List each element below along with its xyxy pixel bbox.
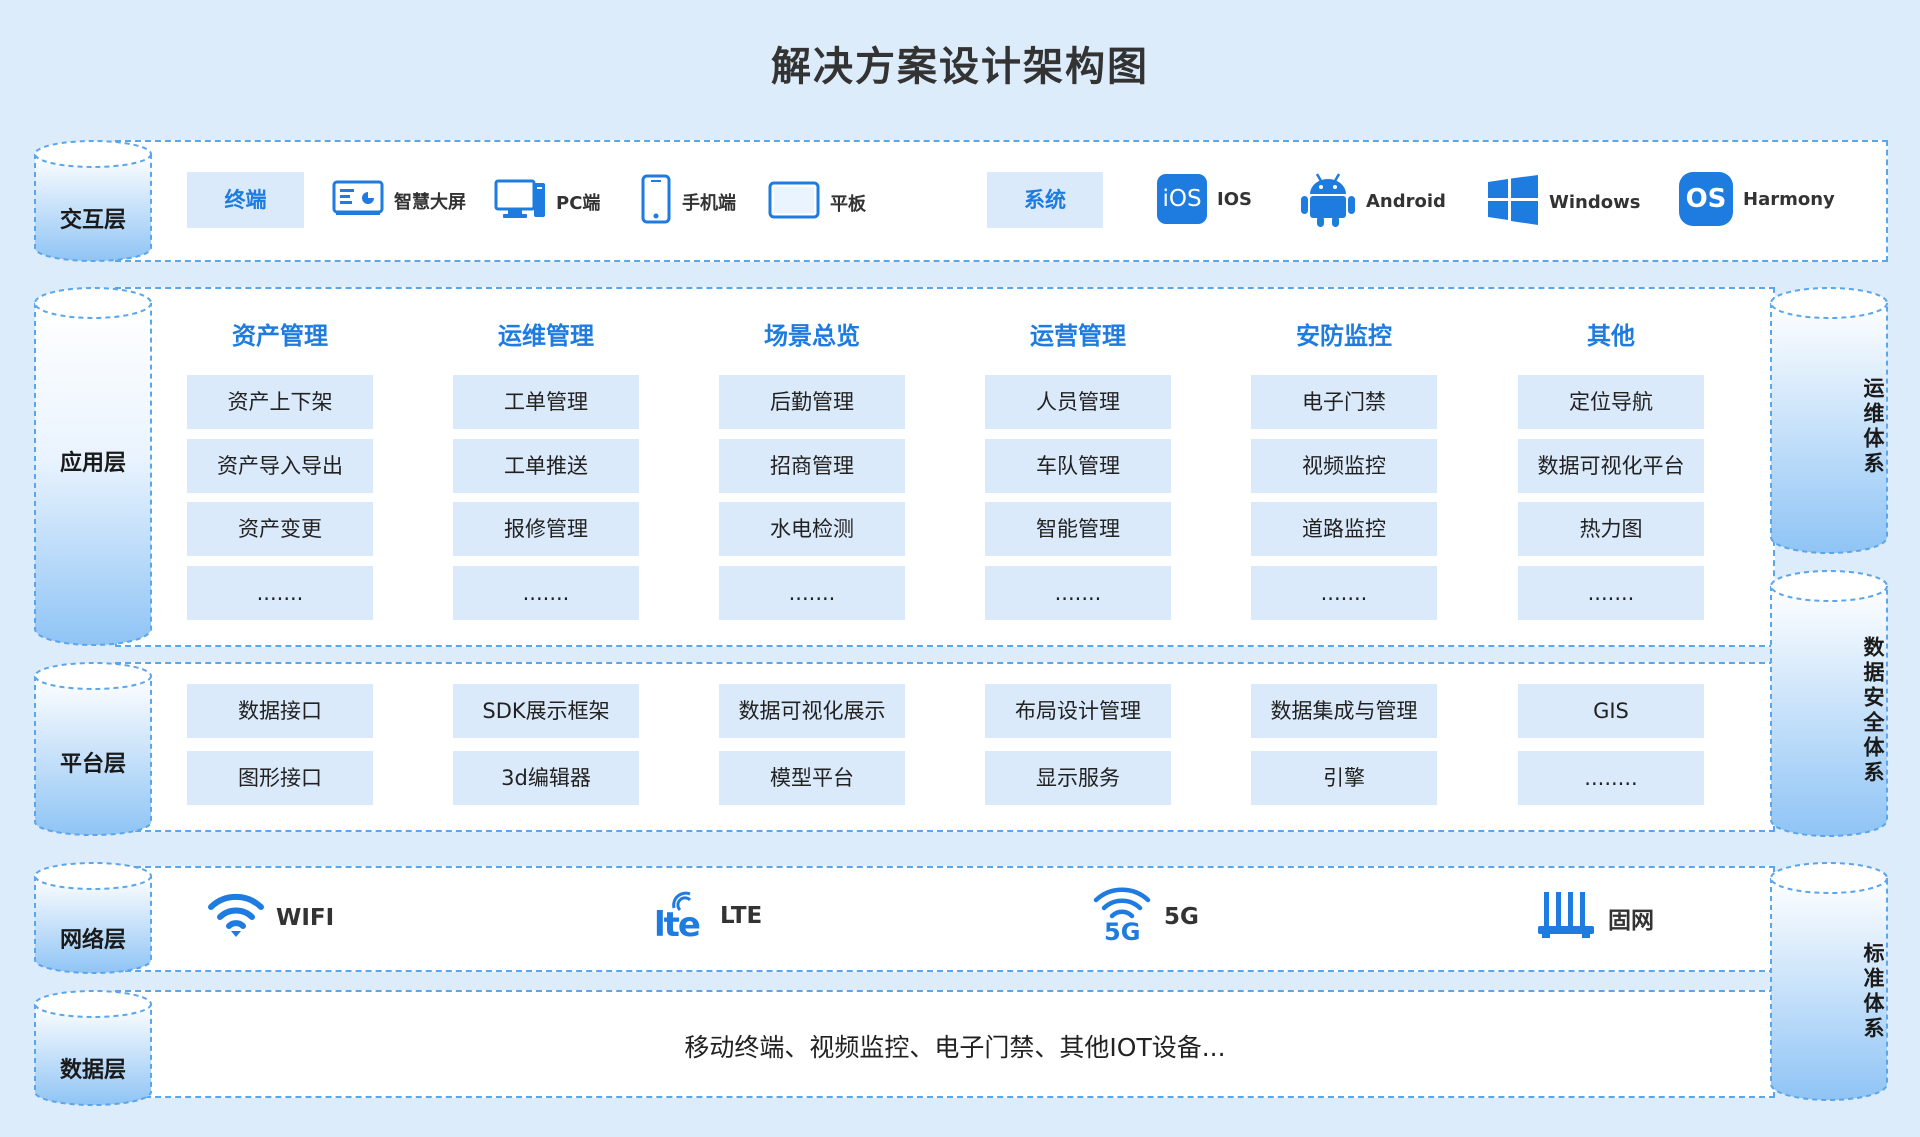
network-label: 固网: [1608, 908, 1654, 934]
tablet-icon: [768, 181, 820, 224]
network-label: 5G: [1164, 904, 1199, 930]
app-item: .......: [1518, 566, 1704, 620]
platform-item: 布局设计管理: [985, 684, 1171, 738]
standard-system-label: 标准体系: [1861, 942, 1885, 1042]
app-item: .......: [985, 566, 1171, 620]
app-item: 智能管理: [985, 502, 1171, 556]
data-layer-devices: 移动终端、视频监控、电子门禁、其他IOT设备...: [684, 1033, 1226, 1062]
network-wifi: WIFI: [208, 893, 334, 943]
system-label: Harmony: [1743, 188, 1835, 210]
terminal-pc: PC端: [494, 177, 600, 226]
app-item: 电子门禁: [1251, 375, 1437, 429]
terminal-tablet: 平板: [768, 181, 866, 224]
network-layer-label: 网络层: [59, 928, 126, 953]
network-lte: lte LTE: [654, 888, 762, 944]
interaction-layer-label: 交互层: [59, 208, 126, 233]
system-harmony: OS Harmony: [1679, 172, 1835, 226]
platform-item: 数据集成与管理: [1251, 684, 1437, 738]
platform-item: 图形接口: [187, 751, 373, 805]
router-icon: [1536, 890, 1596, 946]
network-5g: 5G 5G: [1092, 886, 1199, 948]
app-column-title: 场景总览: [764, 322, 860, 350]
platform-item: 模型平台: [719, 751, 905, 805]
app-item: .......: [453, 566, 639, 620]
terminal-phone: 手机端: [640, 174, 736, 229]
app-item: 工单管理: [453, 375, 639, 429]
app-item: .......: [187, 566, 373, 620]
platform-item: SDK展示框架: [453, 684, 639, 738]
system-label: Windows: [1549, 192, 1641, 213]
app-column-title: 运维管理: [498, 322, 594, 350]
system-ios: iOS IOS: [1157, 174, 1252, 224]
interaction-layer-cylinder: 交互层: [34, 140, 152, 262]
ops-system-cylinder: 运维体系: [1770, 287, 1888, 555]
phone-icon: [640, 174, 672, 229]
network-layer-cylinder: 网络层: [34, 862, 152, 974]
app-item: 定位导航: [1518, 375, 1704, 429]
application-layer-label: 应用层: [59, 451, 126, 476]
5g-icon: 5G: [1092, 886, 1152, 948]
app-item: 报修管理: [453, 502, 639, 556]
terminal-big-screen: 智慧大屏: [332, 180, 466, 221]
app-item: .......: [719, 566, 905, 620]
platform-item: 数据可视化展示: [719, 684, 905, 738]
system-label: IOS: [1217, 188, 1252, 210]
app-item: 水电检测: [719, 502, 905, 556]
network-fixed: 固网: [1536, 890, 1654, 946]
application-layer-cylinder: 应用层: [34, 287, 152, 647]
app-item: 车队管理: [985, 439, 1171, 493]
lte-icon: lte: [654, 888, 708, 944]
app-item: 道路监控: [1251, 502, 1437, 556]
app-item: .......: [1251, 566, 1437, 620]
app-item: 工单推送: [453, 439, 639, 493]
app-column-title: 运营管理: [1030, 322, 1126, 350]
harmony-os-icon: OS: [1679, 172, 1733, 226]
android-icon: [1300, 170, 1356, 233]
wifi-icon: [208, 893, 264, 943]
app-item: 人员管理: [985, 375, 1171, 429]
security-system-label: 数据安全体系: [1861, 636, 1885, 786]
ios-icon: iOS: [1157, 174, 1207, 224]
platform-item: GIS: [1518, 684, 1704, 738]
platform-layer-label: 平台层: [59, 752, 126, 777]
system-tag: 系统: [987, 172, 1103, 228]
app-column-title: 安防监控: [1296, 322, 1392, 350]
pc-icon: [494, 177, 546, 226]
app-item: 视频监控: [1251, 439, 1437, 493]
platform-layer-cylinder: 平台层: [34, 662, 152, 837]
big-screen-icon: [332, 180, 384, 221]
app-column-title: 其他: [1587, 322, 1635, 350]
terminal-label: PC端: [556, 192, 601, 214]
network-label: LTE: [720, 903, 763, 929]
system-android: Android: [1300, 170, 1446, 233]
terminal-tag: 终端: [187, 172, 304, 228]
app-item: 资产上下架: [187, 375, 373, 429]
app-item: 招商管理: [719, 439, 905, 493]
lte-badge: lte: [654, 905, 701, 945]
security-system-cylinder: 数据安全体系: [1770, 570, 1888, 838]
app-item: 后勤管理: [719, 375, 905, 429]
platform-item: ........: [1518, 751, 1704, 805]
terminal-label: 智慧大屏: [394, 191, 466, 213]
standard-system-cylinder: 标准体系: [1770, 862, 1888, 1102]
platform-item: 数据接口: [187, 684, 373, 738]
network-panel: [115, 866, 1775, 972]
app-item: 资产变更: [187, 502, 373, 556]
terminal-label: 手机端: [682, 192, 736, 214]
app-item: 数据可视化平台: [1518, 439, 1704, 493]
platform-item: 引擎: [1251, 751, 1437, 805]
terminal-label: 平板: [830, 193, 866, 215]
ops-system-label: 运维体系: [1861, 377, 1885, 477]
platform-item: 3d编辑器: [453, 751, 639, 805]
windows-icon: [1487, 174, 1539, 231]
app-item: 热力图: [1518, 502, 1704, 556]
app-item: 资产导入导出: [187, 439, 373, 493]
system-label: Android: [1366, 191, 1446, 212]
network-label: WIFI: [276, 905, 335, 931]
system-windows: Windows: [1487, 174, 1640, 231]
app-column-title: 资产管理: [232, 322, 328, 350]
5g-badge: 5G: [1104, 918, 1141, 946]
page-title: 解决方案设计架构图: [771, 44, 1149, 90]
platform-item: 显示服务: [985, 751, 1171, 805]
